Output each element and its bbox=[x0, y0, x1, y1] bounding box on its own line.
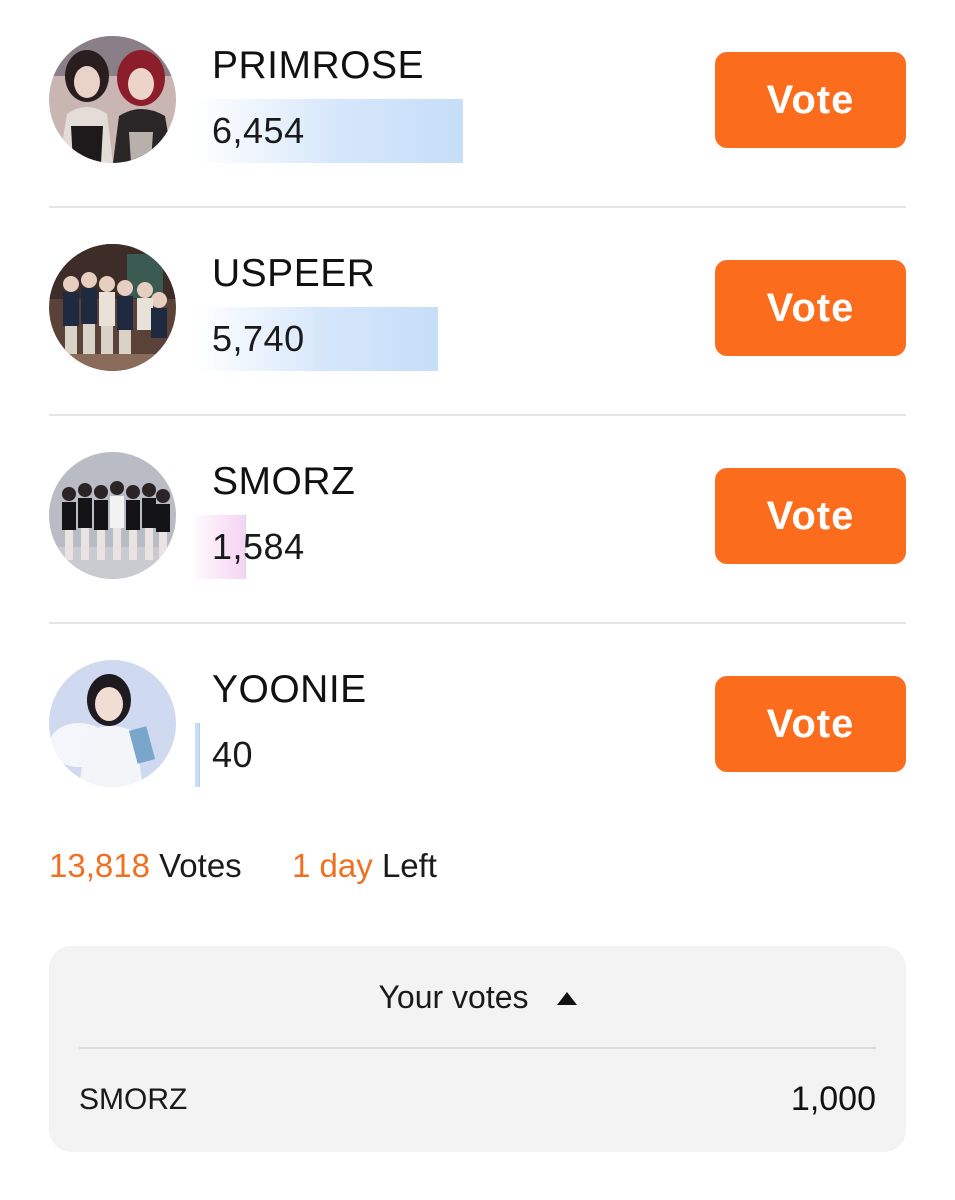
candidate-avatar bbox=[49, 36, 176, 163]
candidate-name: PRIMROSE bbox=[212, 44, 425, 87]
candidate-list: PRIMROSE 6,454 Vote USPEER 5,740 Vote SM… bbox=[49, 0, 906, 832]
candidate-row-yoonie: YOONIE 40 Vote bbox=[49, 624, 906, 832]
panel-divider bbox=[79, 1047, 876, 1049]
candidate-row-uspeer: USPEER 5,740 Vote bbox=[49, 208, 906, 416]
candidate-vote-count: 5,740 bbox=[212, 318, 305, 359]
vote-button-primrose[interactable]: Vote bbox=[715, 52, 906, 148]
vote-button-uspeer[interactable]: Vote bbox=[715, 260, 906, 356]
your-votes-panel: Your votes SMORZ 1,000 bbox=[49, 946, 906, 1152]
candidate-vote-count: 40 bbox=[212, 734, 254, 775]
candidate-row-smorz: SMORZ 1,584 Vote bbox=[49, 416, 906, 624]
candidate-avatar bbox=[49, 660, 176, 787]
vote-button-smorz[interactable]: Vote bbox=[715, 468, 906, 564]
total-votes: 13,818 bbox=[49, 847, 150, 884]
your-vote-candidate: SMORZ bbox=[79, 1083, 188, 1116]
candidate-name: SMORZ bbox=[212, 460, 356, 503]
candidate-vote-count: 6,454 bbox=[212, 110, 305, 151]
candidate-vote-count: 1,584 bbox=[212, 526, 305, 567]
time-left: 1 day bbox=[292, 847, 373, 884]
candidate-avatar bbox=[49, 244, 176, 371]
candidate-name: USPEER bbox=[212, 252, 376, 295]
candidate-row-primrose: PRIMROSE 6,454 Vote bbox=[49, 0, 906, 208]
caret-up-icon bbox=[556, 991, 577, 1005]
vote-button-yoonie[interactable]: Vote bbox=[715, 676, 906, 772]
your-votes-title: Your votes bbox=[378, 978, 529, 1015]
candidate-avatar bbox=[49, 452, 176, 579]
your-vote-amount: 1,000 bbox=[790, 1080, 876, 1118]
left-label: Left bbox=[381, 847, 437, 884]
your-votes-toggle[interactable]: Your votes bbox=[49, 946, 906, 1048]
candidate-name: YOONIE bbox=[212, 668, 367, 711]
poll-summary: 13,818 Votes 1 day Left bbox=[49, 847, 437, 885]
vote-bar bbox=[195, 723, 200, 787]
votes-label: Votes bbox=[159, 847, 242, 884]
